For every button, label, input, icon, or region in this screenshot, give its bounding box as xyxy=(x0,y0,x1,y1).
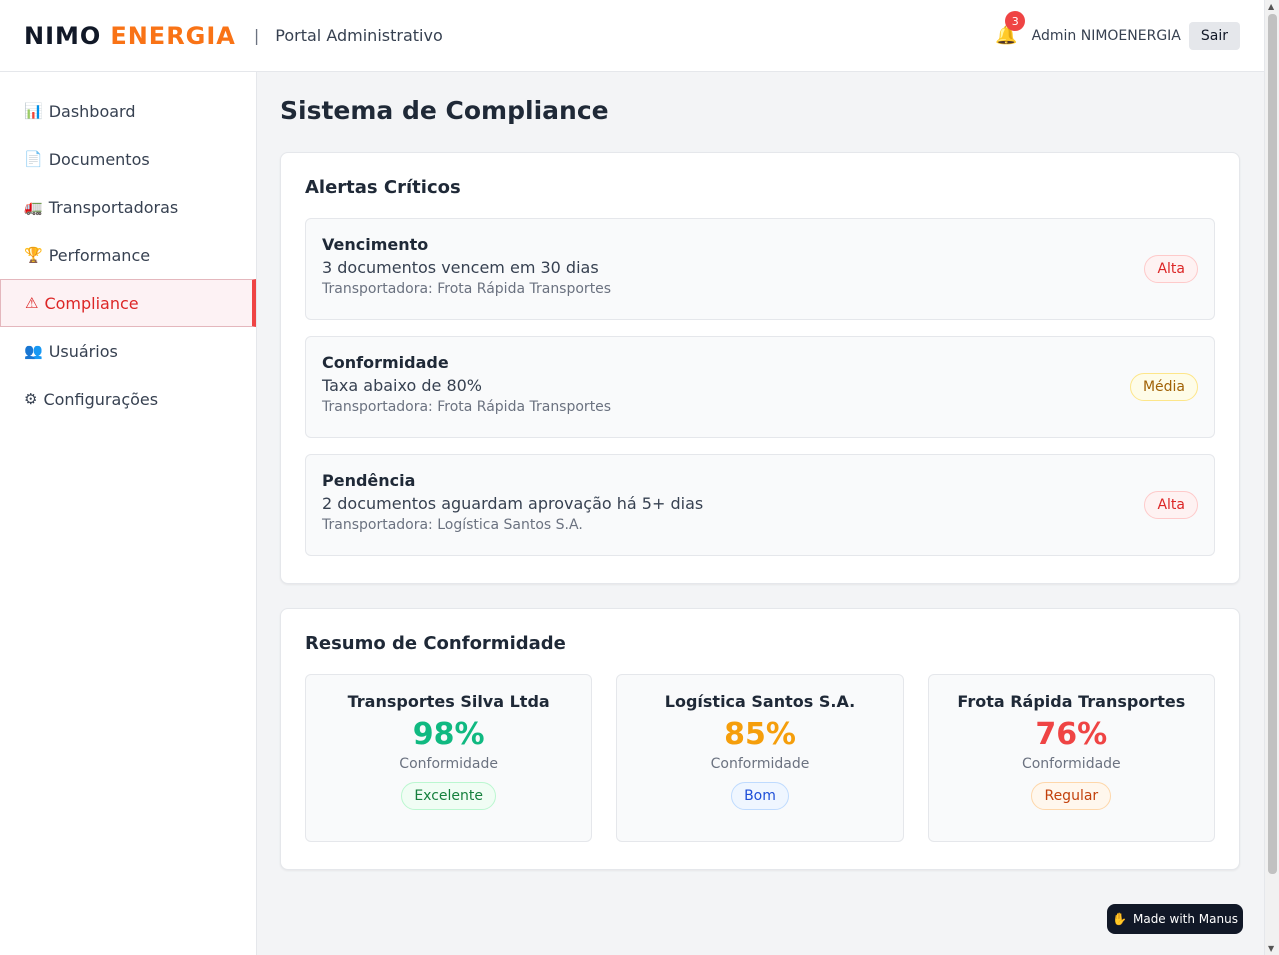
alert-item[interactable]: Vencimento 3 documentos vencem em 30 dia… xyxy=(305,218,1215,320)
sidebar-nav: 📊 Dashboard 📄 Documentos 🚛 Transportador… xyxy=(0,72,257,955)
scroll-down-icon[interactable]: ▼ xyxy=(1268,944,1274,953)
sidebar-item-documentos[interactable]: 📄 Documentos xyxy=(0,135,256,183)
compliance-label: Conformidade xyxy=(399,756,499,772)
user-name: Admin NIMOENERGIA xyxy=(1031,27,1181,44)
scroll-thumb[interactable] xyxy=(1268,14,1277,874)
chart-icon: 📊 xyxy=(24,102,43,120)
sidebar-item-transportadoras[interactable]: 🚛 Transportadoras xyxy=(0,183,256,231)
alert-item[interactable]: Pendência 2 documentos aguardam aprovaçã… xyxy=(305,454,1215,556)
carrier-name: Transportes Silva Ltda xyxy=(347,692,550,711)
alert-carrier: Transportadora: Frota Rápida Transportes xyxy=(322,281,612,297)
users-icon: 👥 xyxy=(24,342,43,360)
header-separator: | xyxy=(253,26,260,45)
warning-icon: ⚠ xyxy=(25,294,39,312)
sidebar-item-label: Compliance xyxy=(44,293,139,313)
alert-description: 3 documentos vencem em 30 dias xyxy=(322,258,599,277)
brand-name-part1: NIMO xyxy=(24,21,102,50)
sidebar-item-configuracoes[interactable]: ⚙ Configurações xyxy=(0,375,256,423)
card-title: Resumo de Conformidade xyxy=(305,633,566,654)
compliance-percent: 98% xyxy=(412,717,485,752)
compliance-label: Conformidade xyxy=(710,756,810,772)
main-content: Sistema de Compliance Alertas Críticos V… xyxy=(280,72,1240,870)
sidebar-item-label: Dashboard xyxy=(48,101,136,121)
sidebar-item-dashboard[interactable]: 📊 Dashboard xyxy=(0,87,256,135)
gear-icon: ⚙ xyxy=(24,390,38,408)
carrier-summary[interactable]: Logística Santos S.A. 85% Conformidade B… xyxy=(616,674,904,842)
top-header: NIMO ENERGIA | Portal Administrativo 🔔 3… xyxy=(0,0,1264,72)
sidebar-item-compliance[interactable]: ⚠ Compliance xyxy=(0,279,256,327)
carrier-summary[interactable]: Transportes Silva Ltda 98% Conformidade … xyxy=(305,674,593,842)
alert-carrier: Transportadora: Logística Santos S.A. xyxy=(322,517,583,533)
truck-icon: 🚛 xyxy=(24,198,43,216)
hand-icon: ✋ xyxy=(1112,912,1127,926)
compliance-percent: 76% xyxy=(1035,717,1108,752)
sidebar-item-label: Usuários xyxy=(48,341,118,361)
alert-description: Taxa abaixo de 80% xyxy=(322,376,482,395)
status-badge: Excelente xyxy=(401,782,496,810)
critical-alerts-card: Alertas Críticos Vencimento 3 documentos… xyxy=(280,152,1240,584)
alert-carrier: Transportadora: Frota Rápida Transportes xyxy=(322,399,612,415)
priority-badge: Alta xyxy=(1144,491,1198,519)
brand-name-part2: ENERGIA xyxy=(110,21,236,50)
compliance-summary-card: Resumo de Conformidade Transportes Silva… xyxy=(280,608,1240,870)
document-icon: 📄 xyxy=(24,150,43,168)
alert-type: Pendência xyxy=(322,471,416,490)
sidebar-item-performance[interactable]: 🏆 Performance xyxy=(0,231,256,279)
alert-type: Vencimento xyxy=(322,235,429,254)
made-with-manus-badge[interactable]: ✋ Made with Manus xyxy=(1107,904,1243,934)
page-title: Sistema de Compliance xyxy=(280,96,609,125)
sidebar-item-label: Configurações xyxy=(43,389,159,409)
carrier-name: Frota Rápida Transportes xyxy=(957,692,1186,711)
badge-label: Made with Manus xyxy=(1132,912,1238,926)
sidebar-item-label: Documentos xyxy=(48,149,150,169)
compliance-label: Conformidade xyxy=(1021,756,1121,772)
card-title: Alertas Críticos xyxy=(305,177,461,198)
scroll-up-icon[interactable]: ▲ xyxy=(1268,2,1274,11)
portal-subtitle: Portal Administrativo xyxy=(275,26,443,45)
notifications-button[interactable]: 🔔 3 xyxy=(995,11,1026,46)
brand-logo[interactable]: NIMO ENERGIA xyxy=(24,22,236,50)
carrier-summary[interactable]: Frota Rápida Transportes 76% Conformidad… xyxy=(927,674,1215,842)
sidebar-item-usuarios[interactable]: 👥 Usuários xyxy=(0,327,256,375)
logout-button[interactable]: Sair xyxy=(1188,21,1240,50)
priority-badge: Média xyxy=(1129,373,1198,401)
summary-grid: Transportes Silva Ltda 98% Conformidade … xyxy=(305,674,1215,842)
trophy-icon: 🏆 xyxy=(24,246,43,264)
notification-count-badge: 3 xyxy=(1005,11,1026,31)
compliance-percent: 85% xyxy=(724,717,796,752)
alert-description: 2 documentos aguardam aprovação há 5+ di… xyxy=(322,494,704,513)
carrier-name: Logística Santos S.A. xyxy=(664,692,856,711)
priority-badge: Alta xyxy=(1144,255,1198,283)
status-badge: Regular xyxy=(1031,782,1112,810)
sidebar-item-label: Performance xyxy=(48,245,151,265)
alert-item[interactable]: Conformidade Taxa abaixo de 80% Transpor… xyxy=(305,336,1215,438)
alert-type: Conformidade xyxy=(322,353,449,372)
sidebar-item-label: Transportadoras xyxy=(48,197,179,217)
header-actions: 🔔 3 Admin NIMOENERGIA Sair xyxy=(995,11,1240,50)
page-scrollbar[interactable]: ▲ ▼ xyxy=(1264,0,1279,955)
status-badge: Bom xyxy=(731,782,789,810)
